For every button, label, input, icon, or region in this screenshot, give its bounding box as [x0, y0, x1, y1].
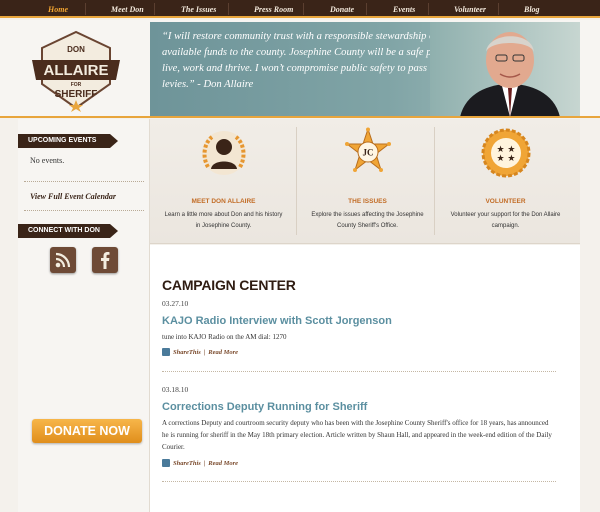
logo-top-text: DON	[67, 45, 85, 54]
stars-badge-icon: ★ ★ ★ ★	[481, 128, 531, 178]
sharethis-link[interactable]: ShareThis	[173, 460, 201, 467]
feature-meet-don[interactable]: MEET DON ALLAIRE Learn a little more abo…	[152, 119, 295, 244]
no-events-text: No events.	[30, 156, 65, 165]
sharethis-link[interactable]: ShareThis	[173, 349, 201, 356]
post-meta: ShareThis | Read More	[162, 459, 238, 467]
rss-icon	[55, 252, 71, 268]
post-title-link[interactable]: Corrections Deputy Running for Sheriff	[162, 401, 367, 413]
rss-button[interactable]	[50, 247, 76, 273]
svg-text:★ ★: ★ ★	[497, 154, 516, 164]
candidate-quote: “I will restore community trust with a r…	[162, 31, 461, 90]
post-title-link[interactable]: KAJO Radio Interview with Scott Jorgenso…	[162, 315, 392, 327]
nav-home[interactable]: Home	[48, 5, 68, 14]
share-icon	[162, 459, 170, 467]
read-more-link[interactable]: Read More	[208, 460, 238, 467]
meta-separator: |	[203, 348, 206, 356]
page-margin	[580, 119, 600, 512]
feature-volunteer[interactable]: ★ ★ ★ ★ VOLUNTEER Volunteer your support…	[434, 119, 577, 244]
feature-the-issues[interactable]: JC THE ISSUES Explore the issues affecti…	[296, 119, 439, 244]
connect-heading: CONNECT WITH DON	[18, 224, 118, 238]
site-header: DON ALLAIRE FOR SHERIFF “I will restore …	[0, 20, 600, 118]
view-calendar-link[interactable]: View Full Event Calendar	[30, 192, 116, 201]
nav-press-room[interactable]: Press Room	[254, 5, 293, 14]
feature-title: MEET DON ALLAIRE	[191, 198, 256, 205]
share-icon	[162, 348, 170, 356]
campaign-center: CAMPAIGN CENTER 03.27.10 KAJO Radio Inte…	[150, 245, 580, 512]
read-more-link[interactable]: Read More	[208, 349, 238, 356]
feature-title: VOLUNTEER	[485, 198, 526, 205]
sheriff-star-icon: JC	[345, 127, 391, 172]
feature-strip: MEET DON ALLAIRE Learn a little more abo…	[150, 119, 580, 244]
logo-main-text: ALLAIRE	[44, 62, 109, 79]
feature-title: THE ISSUES	[348, 198, 387, 205]
post-meta: ShareThis | Read More	[162, 348, 238, 356]
upcoming-events-heading: UPCOMING EVENTS	[18, 134, 118, 148]
nav-the-issues[interactable]: The Issues	[181, 5, 216, 14]
logo-mid-text: FOR	[71, 82, 82, 88]
post-body: A corrections Deputy and courtroom secur…	[162, 419, 552, 451]
candidate-quote-banner: “I will restore community trust with a r…	[150, 22, 580, 117]
facebook-icon	[101, 252, 110, 269]
feature-desc: Volunteer your support for the Don Allai…	[450, 212, 561, 229]
nav-volunteer[interactable]: Volunteer	[454, 5, 486, 14]
campaign-logo[interactable]: DON ALLAIRE FOR SHERIFF	[28, 28, 124, 112]
nav-blog[interactable]: Blog	[524, 5, 540, 14]
nav-donate[interactable]: Donate	[330, 5, 354, 14]
logo-bottom-text: SHERIFF	[55, 89, 98, 100]
campaign-center-heading: CAMPAIGN CENTER	[162, 277, 296, 293]
post-date: 03.27.10	[162, 299, 189, 308]
sidebar: UPCOMING EVENTS No events. View Full Eve…	[18, 119, 150, 512]
nav-events[interactable]: Events	[393, 5, 415, 14]
post-body: tune into KAJO Radio on the AM dial: 127…	[162, 333, 287, 341]
post-date: 03.18.10	[162, 385, 189, 394]
meta-separator: |	[203, 459, 206, 467]
candidate-portrait	[430, 22, 580, 117]
feature-desc: Explore the issues affecting the Josephi…	[311, 212, 424, 229]
donate-now-button[interactable]: DONATE NOW	[32, 419, 142, 443]
issues-badge-text: JC	[363, 148, 374, 158]
feature-desc: Learn a little more about Don and his hi…	[164, 212, 283, 229]
nav-meet-don[interactable]: Meet Don	[111, 5, 144, 14]
facebook-button[interactable]	[92, 247, 118, 273]
person-laurel-icon	[202, 131, 246, 175]
top-navigation: Home Meet Don The Issues Press Room Dona…	[0, 0, 600, 18]
